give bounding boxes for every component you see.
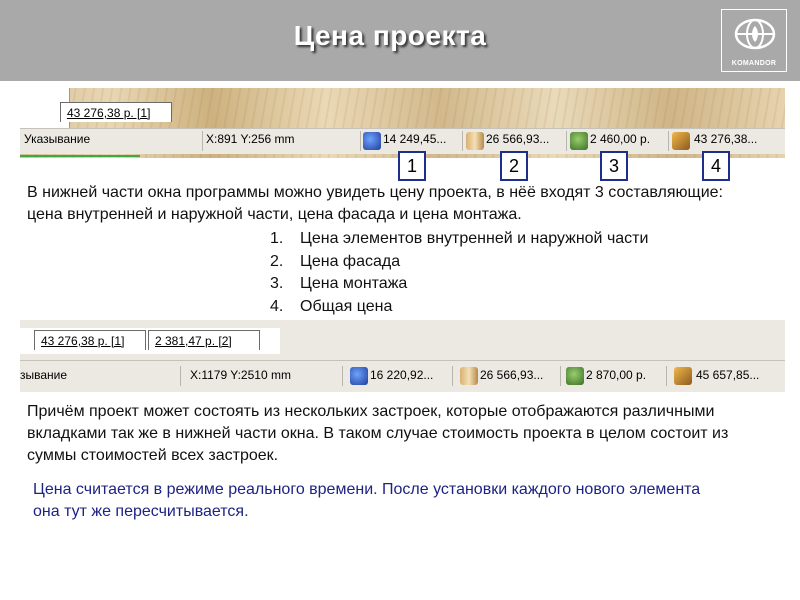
facade-price-icon	[466, 132, 484, 150]
realtime-paragraph: Цена считается в режиме реального времен…	[33, 481, 701, 520]
total-price-value: 45 657,85...	[696, 368, 760, 382]
intro-paragraph: В нижней части окна программы можно увид…	[27, 184, 723, 223]
coordinates-readout: X:891 Y:256 mm	[206, 132, 295, 146]
interior-price-value: 16 220,92...	[370, 368, 434, 382]
coordinates-readout: X:1179 Y:2510 mm	[190, 368, 291, 382]
tab-bar: 43 276,38 р. [1]	[20, 100, 172, 124]
progress-line	[20, 155, 140, 157]
slide-header: Цена проекта KOMANDOR	[0, 0, 800, 81]
tab-building-2[interactable]: 2 381,47 р. [2]	[148, 330, 260, 350]
tab-label: 43 276,38 р. [1]	[41, 334, 125, 348]
facade-price-value: 26 566,93...	[486, 132, 550, 146]
status-bar: зывание X:1179 Y:2510 mm 16 220,92... 26…	[20, 360, 785, 392]
facade-price-value: 26 566,93...	[480, 368, 544, 382]
total-price-icon	[672, 132, 690, 150]
interior-price-icon	[350, 367, 368, 385]
facade-price-icon	[460, 367, 478, 385]
program-window-strip-2: 43 276,38 р. [1] 2 381,47 р. [2] зывание…	[20, 320, 785, 392]
interior-price-icon	[363, 132, 381, 150]
interior-price-value: 14 249,45...	[383, 132, 447, 146]
tab-label: 43 276,38 р. [1]	[67, 106, 151, 120]
program-window-strip-1: 43 276,38 р. [1] Указывание X:891 Y:256 …	[20, 88, 785, 156]
slide-title: Цена проекта	[293, 20, 487, 51]
tab-building-1[interactable]: 43 276,38 р. [1]	[60, 102, 172, 122]
logo-text: KOMANDOR	[731, 60, 777, 67]
total-price-value: 43 276,38...	[694, 132, 758, 146]
install-price-icon	[570, 132, 588, 150]
tab-label: 2 381,47 р. [2]	[155, 334, 232, 348]
komandor-logo: KOMANDOR	[721, 9, 787, 72]
mode-label: Указывание	[24, 132, 91, 146]
multi-building-paragraph: Причём проект может состоять из нескольк…	[27, 403, 729, 464]
marker-4: 4	[702, 151, 730, 181]
marker-1: 1	[398, 151, 426, 181]
mode-label: зывание	[20, 368, 68, 382]
globe-icon	[734, 18, 776, 50]
install-price-value: 2 460,00 р.	[590, 132, 651, 146]
total-price-icon	[674, 367, 692, 385]
install-price-icon	[566, 367, 584, 385]
tab-building-1[interactable]: 43 276,38 р. [1]	[34, 330, 146, 350]
marker-3: 3	[600, 151, 628, 181]
install-price-value: 2 870,00 р.	[586, 368, 647, 382]
tab-bar: 43 276,38 р. [1] 2 381,47 р. [2]	[20, 328, 280, 354]
marker-2: 2	[500, 151, 528, 181]
